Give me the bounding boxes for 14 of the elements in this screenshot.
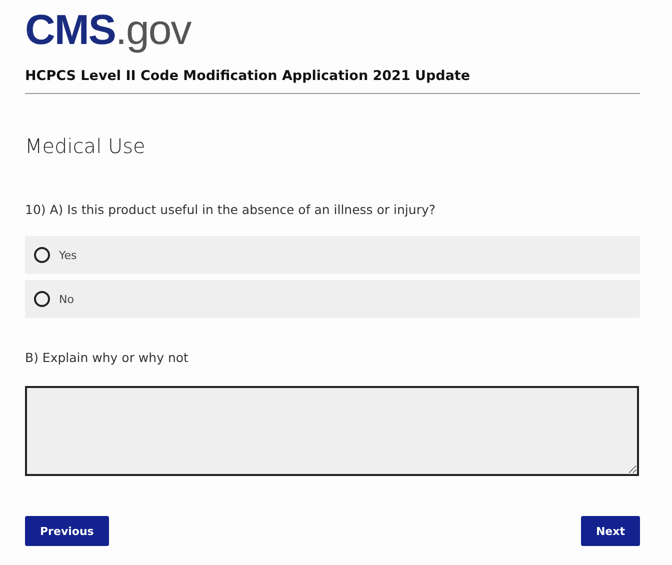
question-text: 10) A) Is this product useful in the absence of an illness or injury?	[25, 202, 436, 217]
option-label: Yes	[59, 248, 77, 262]
previous-button[interactable]: Previous	[25, 516, 109, 546]
question-text: B) Explain why or why not	[25, 350, 190, 365]
section-heading: Medical Use	[25, 134, 146, 158]
next-button[interactable]: Next	[580, 516, 640, 546]
option-label: No	[59, 292, 74, 306]
cms-logo: CMS.gov	[25, 6, 191, 54]
form-title: HCPCS Level II Code Modification Application 2021 Update	[25, 68, 472, 84]
radio-option[interactable]: No	[25, 280, 640, 318]
radio-button[interactable]	[34, 291, 50, 307]
radio-option[interactable]: Yes	[25, 236, 640, 274]
radio-button[interactable]	[34, 247, 50, 263]
answer-box[interactable]	[25, 386, 639, 476]
